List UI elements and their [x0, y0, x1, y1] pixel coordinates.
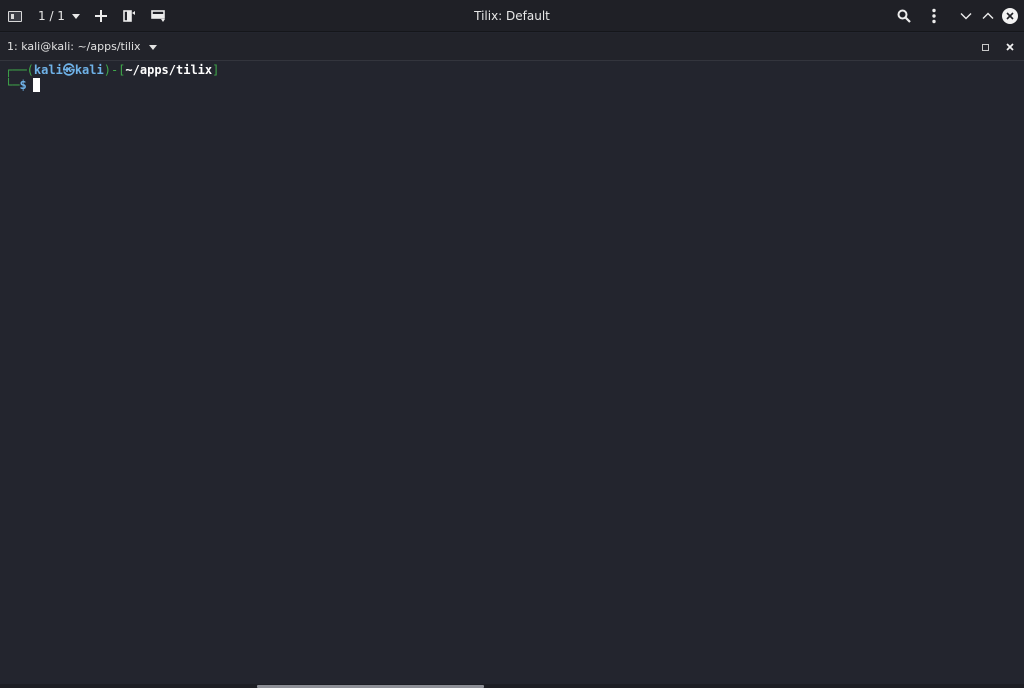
close-icon — [1006, 43, 1014, 51]
close-icon — [1002, 8, 1018, 24]
add-session-button[interactable] — [92, 4, 110, 28]
sidebar-toggle-button[interactable] — [4, 4, 26, 28]
split-horizontal-icon — [123, 10, 135, 22]
session-switcher-button[interactable]: 1 / 1 — [38, 4, 84, 28]
chevron-up-icon — [982, 12, 994, 19]
terminal-cursor — [32, 78, 40, 92]
prompt-at-symbol: ㉿ — [62, 63, 75, 77]
close-window-button[interactable] — [1000, 4, 1020, 28]
maximize-button[interactable] — [979, 4, 997, 28]
session-counter: 1 / 1 — [38, 9, 65, 23]
vertical-dots-icon — [932, 8, 936, 24]
maximize-icon — [981, 43, 989, 51]
prompt-corner-bottom: └─ — [5, 78, 20, 92]
horizontal-scrollbar-track[interactable] — [0, 684, 1024, 688]
plus-icon — [95, 10, 107, 22]
terminal-title-button[interactable]: 1: kali@kali: ~/apps/tilix — [7, 33, 157, 61]
search-button[interactable] — [894, 4, 914, 28]
sidebar-toggle-icon — [8, 10, 22, 22]
split-right-button[interactable] — [120, 4, 138, 28]
terminal-area[interactable]: ┌──(kali㉿kali)-[~/apps/tilix] └─$ — [0, 62, 1024, 684]
terminal-title: 1: kali@kali: ~/apps/tilix — [7, 40, 141, 53]
prompt-user: kali — [33, 63, 63, 77]
header-bar: 1 / 1 Tilix: Default — [0, 0, 1024, 32]
prompt-mid: )-[ — [103, 63, 126, 77]
terminal-title-bar: 1: kali@kali: ~/apps/tilix — [0, 33, 1024, 61]
search-icon — [897, 9, 911, 23]
prompt-host: kali — [74, 63, 104, 77]
prompt-corner-top: ┌──( — [5, 63, 34, 77]
chevron-down-icon — [960, 13, 972, 20]
prompt-symbol: $ — [19, 78, 27, 92]
close-terminal-button[interactable] — [1003, 39, 1017, 55]
prompt-line-1: ┌──(kali㉿kali)-[~/apps/tilix] — [5, 62, 219, 78]
split-down-button[interactable] — [150, 4, 168, 28]
prompt-line-2: └─$ — [5, 77, 40, 93]
maximize-terminal-button[interactable] — [978, 40, 992, 54]
minimize-button[interactable] — [957, 4, 975, 28]
split-vertical-icon — [151, 10, 165, 22]
dropdown-arrow-icon — [71, 13, 80, 19]
menu-button[interactable] — [924, 4, 944, 28]
prompt-path: ~/apps/tilix — [125, 63, 213, 77]
dropdown-arrow-icon — [148, 44, 157, 50]
prompt-end: ] — [212, 63, 220, 77]
